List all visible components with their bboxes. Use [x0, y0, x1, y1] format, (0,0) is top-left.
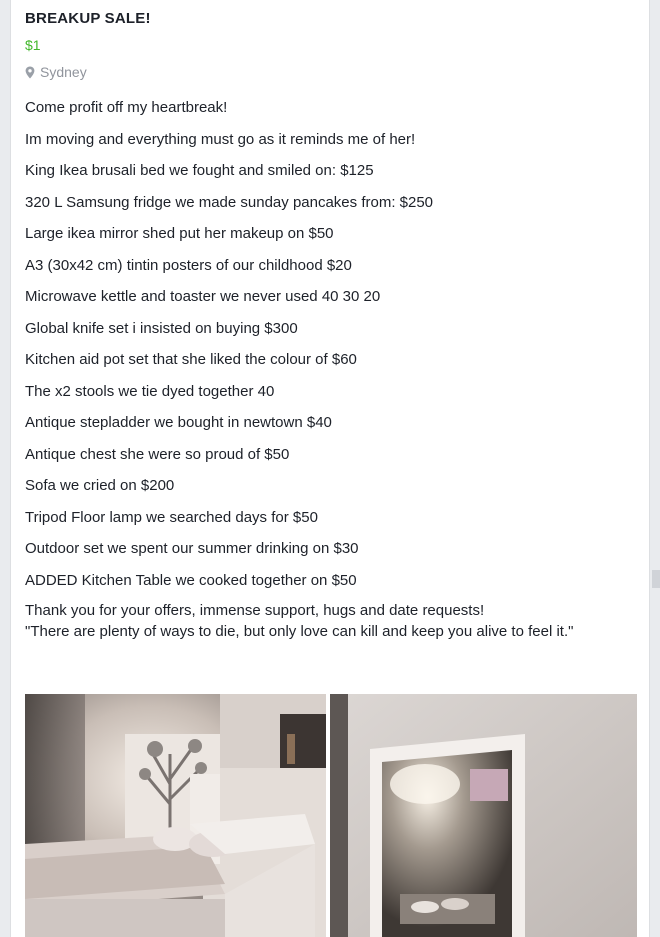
- description-line: Global knife set i insisted on buying $3…: [25, 319, 298, 337]
- description-line: ADDED Kitchen Table we cooked together o…: [25, 571, 357, 589]
- description-line: Large ikea mirror shed put her makeup on…: [25, 225, 334, 242]
- listing-title: BREAKUP SALE!: [25, 10, 151, 27]
- description-line: Antique stepladder we bought in newtown …: [25, 414, 332, 431]
- mirror-photo[interactable]: [330, 694, 637, 937]
- description-line: A3 (30x42 cm) tintin posters of our chil…: [25, 256, 352, 274]
- listing-card: BREAKUP SALE! $1 Sydney Come profit off …: [10, 0, 650, 937]
- description-line: Come profit off my heartbreak!: [25, 99, 228, 116]
- listing-description: Come profit off my heartbreak! Im moving…: [25, 96, 637, 600]
- description-line: Antique chest she were so proud of $50: [25, 445, 290, 463]
- thank-you-line: Thank you for your offers, immense suppo…: [25, 602, 485, 619]
- description-line: 320 L Samsung fridge we made sunday panc…: [25, 193, 434, 211]
- description-line: Kitchen aid pot set that she liked the c…: [25, 351, 357, 368]
- listing-price: $1: [25, 37, 41, 53]
- listing-location[interactable]: Sydney: [25, 64, 87, 80]
- description-line: Microwave kettle and toaster we never us…: [25, 288, 381, 305]
- description-line: Im moving and everything must go as it r…: [25, 130, 416, 148]
- scrollbar-nub[interactable]: [652, 570, 660, 588]
- closing-message: Thank you for your offers, immense suppo…: [25, 600, 637, 642]
- description-line: Tripod Floor lamp we searched days for $…: [25, 508, 318, 526]
- description-line: Outdoor set we spent our summer drinking…: [25, 540, 359, 557]
- quote-line: "There are plenty of ways to die, but on…: [25, 623, 574, 640]
- map-pin-icon: [25, 66, 35, 79]
- description-line: Sofa we cried on $200: [25, 477, 175, 494]
- description-line: King Ikea brusali bed we fought and smil…: [25, 162, 374, 179]
- description-line: The x2 stools we tie dyed together 40: [25, 382, 275, 400]
- bed-photo[interactable]: [25, 694, 326, 937]
- photo-gallery: [25, 694, 637, 937]
- location-label: Sydney: [40, 64, 87, 80]
